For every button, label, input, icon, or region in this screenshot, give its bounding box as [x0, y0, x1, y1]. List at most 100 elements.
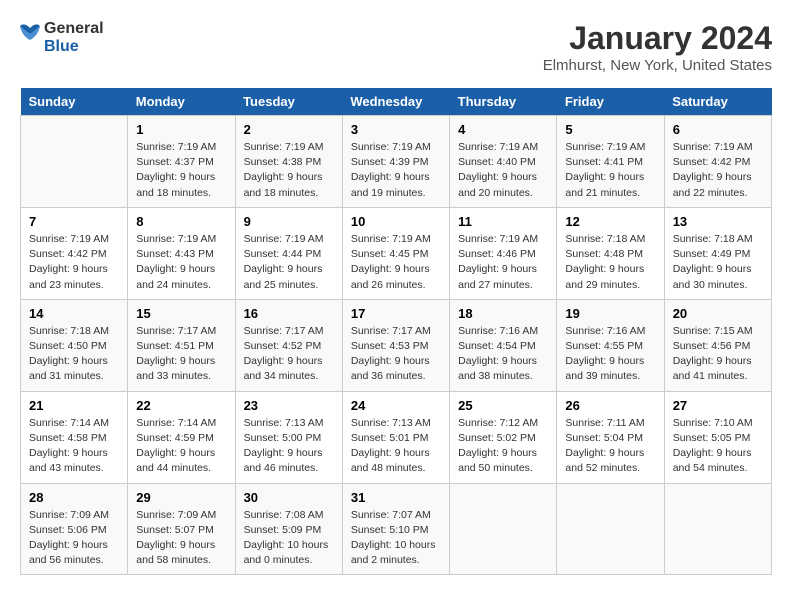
day-cell: 4 Sunrise: 7:19 AMSunset: 4:40 PMDaylight… [450, 116, 557, 208]
day-cell: 10Sunrise: 7:19 AMSunset: 4:45 PMDayligh… [342, 207, 449, 299]
day-number: 22 [136, 398, 226, 413]
day-cell [557, 483, 664, 575]
day-number: 9 [244, 214, 334, 229]
day-number: 21 [29, 398, 119, 413]
day-info: Sunrise: 7:07 AMSunset: 5:10 PMDaylight:… [351, 508, 441, 569]
title-block: January 2024 Elmhurst, New York, United … [543, 20, 772, 74]
calendar-header-row: SundayMondayTuesdayWednesdayThursdayFrid… [21, 88, 772, 116]
day-number: 25 [458, 398, 548, 413]
day-info: Sunrise: 7:12 AMSunset: 5:02 PMDaylight:… [458, 416, 548, 477]
day-number: 14 [29, 306, 119, 321]
day-number: 12 [565, 214, 655, 229]
day-info: Sunrise: 7:08 AMSunset: 5:09 PMDaylight:… [244, 508, 334, 569]
day-info: Sunrise: 7:19 AMSunset: 4:40 PMDaylight:… [458, 140, 548, 201]
week-row-0: 1Sunrise: 7:19 AMSunset: 4:37 PMDaylight… [21, 116, 772, 208]
day-cell: 5 Sunrise: 7:19 AMSunset: 4:41 PMDaylight… [557, 116, 664, 208]
day-number: 10 [351, 214, 441, 229]
day-info: Sunrise: 7:19 AMSunset: 4:43 PMDaylight:… [136, 232, 226, 293]
day-info: Sunrise: 7:19 AMSunset: 4:38 PMDaylight:… [244, 140, 334, 201]
day-info: Sunrise: 7:19 AMSunset: 4:46 PMDaylight:… [458, 232, 548, 293]
day-cell [21, 116, 128, 208]
day-cell: 14 Sunrise: 7:18 AMSunset: 4:50 PMDayligh… [21, 299, 128, 391]
day-number: 27 [673, 398, 763, 413]
day-info: Sunrise: 7:18 AMSunset: 4:49 PMDaylight:… [673, 232, 763, 293]
day-cell [664, 483, 771, 575]
day-info: Sunrise: 7:16 AMSunset: 4:54 PMDaylight:… [458, 324, 548, 385]
day-number: 2 [244, 122, 334, 137]
day-info: Sunrise: 7:13 AMSunset: 5:01 PMDaylight:… [351, 416, 441, 477]
day-info: Sunrise: 7:11 AMSunset: 5:04 PMDaylight:… [565, 416, 655, 477]
day-cell: 15Sunrise: 7:17 AMSunset: 4:51 PMDayligh… [128, 299, 235, 391]
day-info: Sunrise: 7:17 AMSunset: 4:53 PMDaylight:… [351, 324, 441, 385]
day-info: Sunrise: 7:18 AMSunset: 4:50 PMDaylight:… [29, 324, 119, 385]
day-number: 4 [458, 122, 548, 137]
day-info: Sunrise: 7:19 AMSunset: 4:42 PMDaylight:… [673, 140, 763, 201]
day-cell: 20Sunrise: 7:15 AMSunset: 4:56 PMDayligh… [664, 299, 771, 391]
day-cell: 11Sunrise: 7:19 AMSunset: 4:46 PMDayligh… [450, 207, 557, 299]
header-friday: Friday [557, 88, 664, 116]
day-info: Sunrise: 7:19 AMSunset: 4:41 PMDaylight:… [565, 140, 655, 201]
day-number: 6 [673, 122, 763, 137]
day-cell [450, 483, 557, 575]
day-number: 16 [244, 306, 334, 321]
day-info: Sunrise: 7:10 AMSunset: 5:05 PMDaylight:… [673, 416, 763, 477]
day-cell: 26 Sunrise: 7:11 AMSunset: 5:04 PMDayligh… [557, 391, 664, 483]
header-monday: Monday [128, 88, 235, 116]
day-cell: 25 Sunrise: 7:12 AMSunset: 5:02 PMDayligh… [450, 391, 557, 483]
week-row-3: 21Sunrise: 7:14 AMSunset: 4:58 PMDayligh… [21, 391, 772, 483]
logo-bird-icon [20, 20, 40, 56]
day-number: 28 [29, 490, 119, 505]
logo: General Blue [20, 20, 104, 56]
day-number: 13 [673, 214, 763, 229]
day-number: 30 [244, 490, 334, 505]
day-number: 20 [673, 306, 763, 321]
day-number: 26 [565, 398, 655, 413]
day-info: Sunrise: 7:19 AMSunset: 4:44 PMDaylight:… [244, 232, 334, 293]
day-cell: 7Sunrise: 7:19 AMSunset: 4:42 PMDaylight… [21, 207, 128, 299]
day-cell: 22 Sunrise: 7:14 AMSunset: 4:59 PMDayligh… [128, 391, 235, 483]
day-cell: 12 Sunrise: 7:18 AMSunset: 4:48 PMDayligh… [557, 207, 664, 299]
week-row-2: 14 Sunrise: 7:18 AMSunset: 4:50 PMDayligh… [21, 299, 772, 391]
calendar-table: SundayMondayTuesdayWednesdayThursdayFrid… [20, 88, 772, 575]
day-number: 5 [565, 122, 655, 137]
page-subtitle: Elmhurst, New York, United States [543, 57, 772, 74]
day-cell: 19 Sunrise: 7:16 AMSunset: 4:55 PMDayligh… [557, 299, 664, 391]
day-cell: 2 Sunrise: 7:19 AMSunset: 4:38 PMDaylight… [235, 116, 342, 208]
page-title: January 2024 [543, 20, 772, 57]
header-tuesday: Tuesday [235, 88, 342, 116]
week-row-4: 28 Sunrise: 7:09 AMSunset: 5:06 PMDayligh… [21, 483, 772, 575]
day-cell: 13 Sunrise: 7:18 AMSunset: 4:49 PMDayligh… [664, 207, 771, 299]
day-number: 23 [244, 398, 334, 413]
day-cell: 27 Sunrise: 7:10 AMSunset: 5:05 PMDayligh… [664, 391, 771, 483]
day-cell: 31Sunrise: 7:07 AMSunset: 5:10 PMDayligh… [342, 483, 449, 575]
day-info: Sunrise: 7:09 AMSunset: 5:06 PMDaylight:… [29, 508, 119, 569]
day-number: 1 [136, 122, 226, 137]
day-info: Sunrise: 7:19 AMSunset: 4:39 PMDaylight:… [351, 140, 441, 201]
day-cell: 24 Sunrise: 7:13 AMSunset: 5:01 PMDayligh… [342, 391, 449, 483]
day-info: Sunrise: 7:16 AMSunset: 4:55 PMDaylight:… [565, 324, 655, 385]
day-cell: 8Sunrise: 7:19 AMSunset: 4:43 PMDaylight… [128, 207, 235, 299]
logo-general: General [44, 20, 104, 38]
header-thursday: Thursday [450, 88, 557, 116]
page-header: General Blue January 2024 Elmhurst, New … [20, 20, 772, 74]
day-cell: 21Sunrise: 7:14 AMSunset: 4:58 PMDayligh… [21, 391, 128, 483]
day-number: 3 [351, 122, 441, 137]
day-cell: 30 Sunrise: 7:08 AMSunset: 5:09 PMDayligh… [235, 483, 342, 575]
day-info: Sunrise: 7:09 AMSunset: 5:07 PMDaylight:… [136, 508, 226, 569]
header-sunday: Sunday [21, 88, 128, 116]
day-number: 24 [351, 398, 441, 413]
day-cell: 18Sunrise: 7:16 AMSunset: 4:54 PMDayligh… [450, 299, 557, 391]
header-wednesday: Wednesday [342, 88, 449, 116]
day-cell: 28 Sunrise: 7:09 AMSunset: 5:06 PMDayligh… [21, 483, 128, 575]
day-number: 19 [565, 306, 655, 321]
day-number: 15 [136, 306, 226, 321]
day-cell: 17Sunrise: 7:17 AMSunset: 4:53 PMDayligh… [342, 299, 449, 391]
day-info: Sunrise: 7:14 AMSunset: 4:59 PMDaylight:… [136, 416, 226, 477]
day-cell: 3 Sunrise: 7:19 AMSunset: 4:39 PMDaylight… [342, 116, 449, 208]
logo-blue: Blue [44, 38, 104, 56]
day-cell: 6 Sunrise: 7:19 AMSunset: 4:42 PMDaylight… [664, 116, 771, 208]
week-row-1: 7Sunrise: 7:19 AMSunset: 4:42 PMDaylight… [21, 207, 772, 299]
day-cell: 1Sunrise: 7:19 AMSunset: 4:37 PMDaylight… [128, 116, 235, 208]
day-info: Sunrise: 7:18 AMSunset: 4:48 PMDaylight:… [565, 232, 655, 293]
day-info: Sunrise: 7:19 AMSunset: 4:42 PMDaylight:… [29, 232, 119, 293]
